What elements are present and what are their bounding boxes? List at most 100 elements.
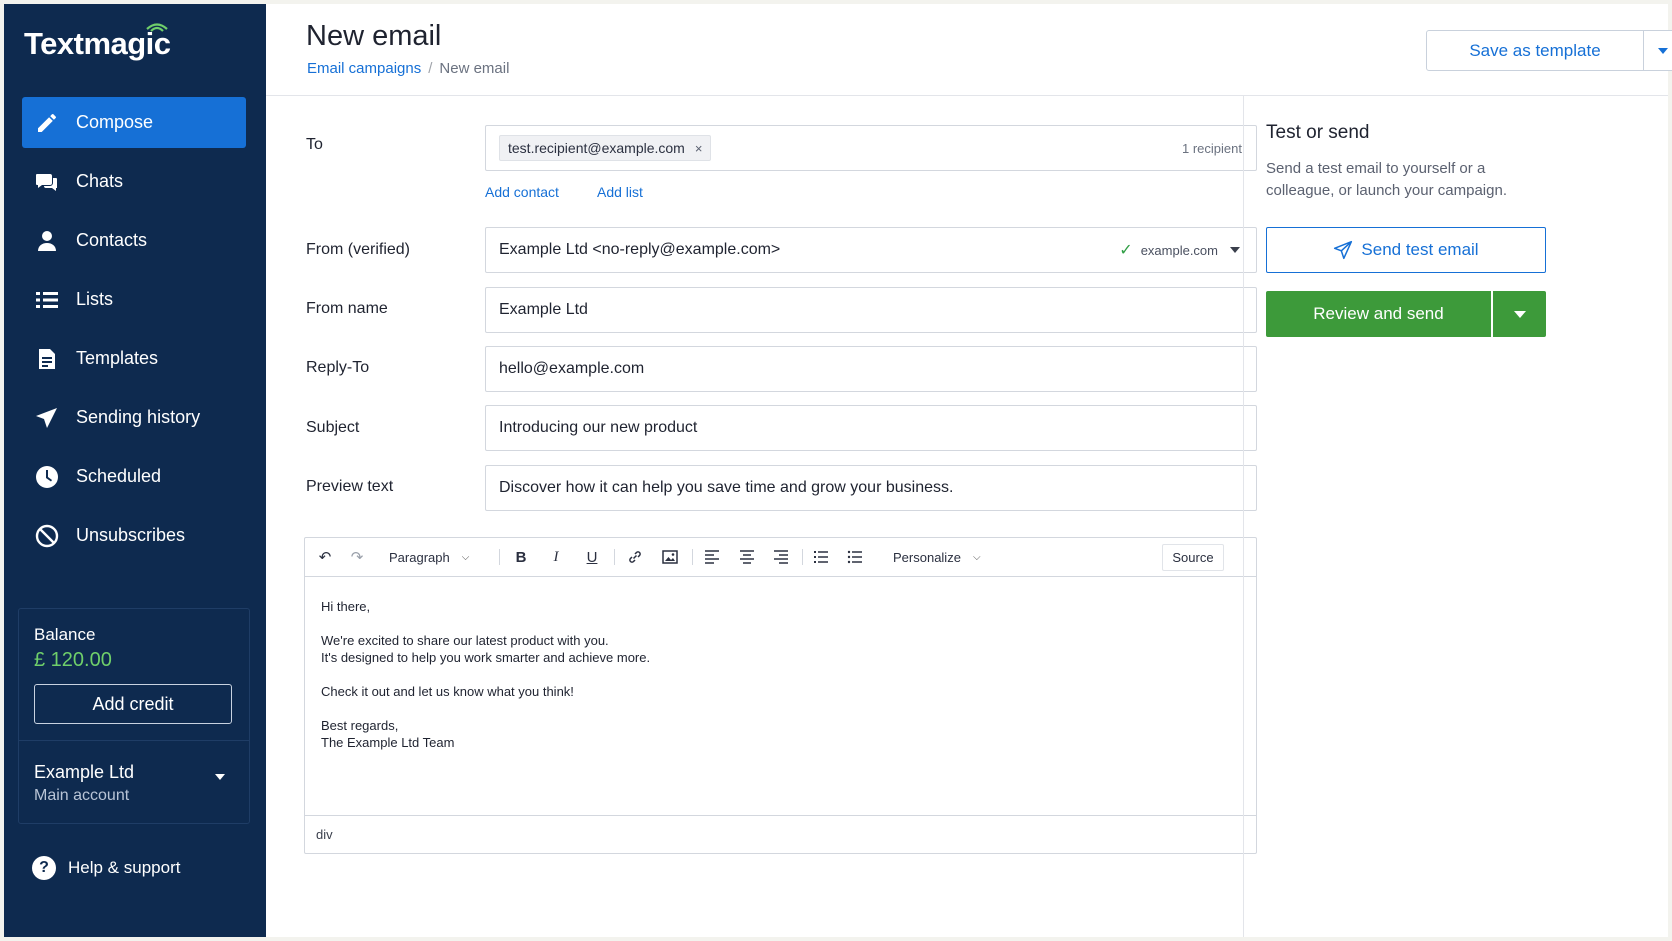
sidebar-item-label: Sending history — [76, 407, 201, 427]
page-header: New email Email campaigns / New email Save… — [266, 4, 1672, 96]
align-right-icon[interactable] — [771, 547, 791, 567]
editor-content[interactable]: Hi there, We're excited to share our lat… — [321, 598, 650, 768]
from-name-input[interactable]: Example Ltd — [485, 287, 1257, 333]
block-icon — [34, 523, 60, 549]
save-as-template-button[interactable]: Save as template — [1426, 30, 1644, 71]
add-credit-button[interactable]: Add credit — [34, 684, 232, 724]
sidebar-item-label: Scheduled — [76, 466, 162, 486]
sidebar-item-label: Lists — [76, 289, 114, 309]
textmagic-logo[interactable]: Textmagic — [24, 23, 171, 62]
person-icon — [34, 228, 60, 254]
chevron-down-icon: ⌵ — [972, 551, 981, 563]
sidebar-item-templates[interactable]: Templates — [22, 333, 246, 384]
chevron-down-icon — [1513, 310, 1526, 318]
source-button[interactable]: Source — [1162, 544, 1224, 571]
sidebar-item-scheduled[interactable]: Scheduled — [22, 451, 246, 502]
body-line: Hi there, — [321, 599, 371, 614]
body-paragraph: Best regards, The Example Ltd Team — [321, 717, 650, 751]
add-contact-link[interactable]: Add contact — [485, 184, 559, 200]
sidebar-item-label: Contacts — [76, 230, 148, 250]
undo-icon[interactable]: ↶ — [315, 547, 335, 567]
send-test-label: Send test email — [1361, 240, 1479, 259]
account-subtitle: Main account — [34, 787, 130, 804]
email-form: To test.recipient@example.com × 1 recipi… — [266, 96, 1266, 937]
italic-icon[interactable]: I — [546, 547, 566, 567]
to-field[interactable]: test.recipient@example.com × 1 recipient — [485, 125, 1257, 171]
align-left-icon[interactable] — [702, 547, 722, 567]
link-icon[interactable] — [625, 547, 645, 567]
paragraph-select-label: Paragraph — [389, 549, 450, 565]
help-label: Help & support — [68, 858, 181, 877]
domain-label: example.com — [1140, 242, 1218, 258]
paper-plane-icon — [1334, 240, 1353, 260]
image-icon[interactable] — [660, 547, 680, 567]
breadcrumb-separator: / — [428, 60, 433, 77]
align-center-icon[interactable] — [737, 547, 757, 567]
chevron-down-icon — [1230, 247, 1240, 253]
save-template-dropdown-button[interactable] — [1643, 30, 1672, 71]
chevron-down-icon[interactable] — [215, 774, 225, 780]
sidebar-item-label: Compose — [76, 112, 154, 132]
toolbar-divider — [499, 549, 500, 565]
sidebar-item-compose[interactable]: Compose — [22, 97, 246, 148]
reply-to-input[interactable]: hello@example.com — [485, 346, 1257, 392]
body-paragraph: Check it out and let us know what you th… — [321, 683, 650, 700]
sidebar-item-sending-history[interactable]: Sending history — [22, 392, 246, 443]
bullet-list-icon[interactable] — [845, 547, 865, 567]
pencil-icon — [34, 110, 60, 136]
personalize-dropdown[interactable]: Personalize ⌵ — [893, 547, 981, 567]
review-and-send-button[interactable]: Review and send — [1266, 291, 1491, 337]
editor-toolbar: ↶ ↷ Paragraph ⌵ B I U Personalize ⌵ Sour… — [305, 538, 1256, 577]
panel-description: Send a test email to yourself or a colle… — [1266, 160, 1507, 199]
check-icon: ✓ — [1119, 242, 1133, 259]
preview-text-input[interactable]: Discover how it can help you save time a… — [485, 465, 1257, 511]
paragraph-select[interactable]: Paragraph ⌵ — [389, 547, 469, 567]
review-send-dropdown-button[interactable] — [1493, 291, 1546, 337]
close-icon[interactable]: × — [695, 141, 703, 156]
chevron-down-icon: ⌵ — [461, 551, 470, 563]
body-line: Best regards, — [321, 718, 399, 733]
body-line: Check it out and let us know what you th… — [321, 684, 574, 699]
underline-icon[interactable]: U — [582, 547, 602, 567]
list-icon — [34, 287, 60, 313]
from-select[interactable]: Example Ltd <no-reply@example.com> ✓ exa… — [485, 227, 1257, 273]
element-path: div — [316, 827, 333, 842]
breadcrumb: Email campaigns / New email — [307, 60, 509, 77]
personalize-label: Personalize — [893, 549, 961, 565]
divider — [19, 740, 249, 741]
send-test-email-button[interactable]: Send test email — [1266, 227, 1546, 273]
sidebar-item-unsubscribes[interactable]: Unsubscribes — [22, 510, 246, 561]
help-support-link[interactable]: ? Help & support — [32, 856, 180, 880]
app-window: Textmagic Compose Chats Contacts Lists T… — [4, 4, 1672, 937]
recipient-chip[interactable]: test.recipient@example.com × — [499, 135, 712, 161]
balance-label: Balance — [34, 625, 96, 644]
toolbar-divider — [614, 549, 615, 565]
toolbar-divider — [692, 549, 693, 565]
body-line: It's designed to help you work smarter a… — [321, 650, 651, 665]
subject-input[interactable]: Introducing our new product — [485, 405, 1257, 451]
body-line: The Example Ltd Team — [321, 735, 455, 750]
numbered-list-icon[interactable] — [811, 547, 831, 567]
body-paragraph: Hi there, — [321, 598, 650, 615]
sidebar-item-contacts[interactable]: Contacts — [22, 215, 246, 266]
from-label: From (verified) — [306, 241, 411, 258]
redo-icon[interactable]: ↷ — [347, 547, 367, 567]
account-name[interactable]: Example Ltd — [34, 762, 134, 783]
sidebar-item-chats[interactable]: Chats — [22, 156, 246, 207]
subject-label: Subject — [306, 419, 360, 436]
clock-icon — [34, 464, 60, 490]
sidebar: Textmagic Compose Chats Contacts Lists T… — [4, 4, 266, 937]
from-domain: ✓ example.com — [1119, 228, 1240, 272]
breadcrumb-email-campaigns[interactable]: Email campaigns — [307, 60, 421, 77]
body-paragraph: We're excited to share our latest produc… — [321, 632, 650, 666]
recipient-chip-label: test.recipient@example.com — [508, 140, 685, 156]
add-list-link[interactable]: Add list — [597, 184, 643, 200]
bold-icon[interactable]: B — [511, 547, 531, 567]
toolbar-divider — [802, 549, 803, 565]
sidebar-item-lists[interactable]: Lists — [22, 274, 246, 325]
balance-value: £ 120.00 — [34, 649, 112, 671]
preview-text-label: Preview text — [306, 478, 394, 495]
sidebar-item-label: Unsubscribes — [76, 525, 186, 545]
test-or-send-panel: Test or send Send a test email to yourse… — [1243, 96, 1668, 937]
signal-icon — [146, 23, 168, 32]
